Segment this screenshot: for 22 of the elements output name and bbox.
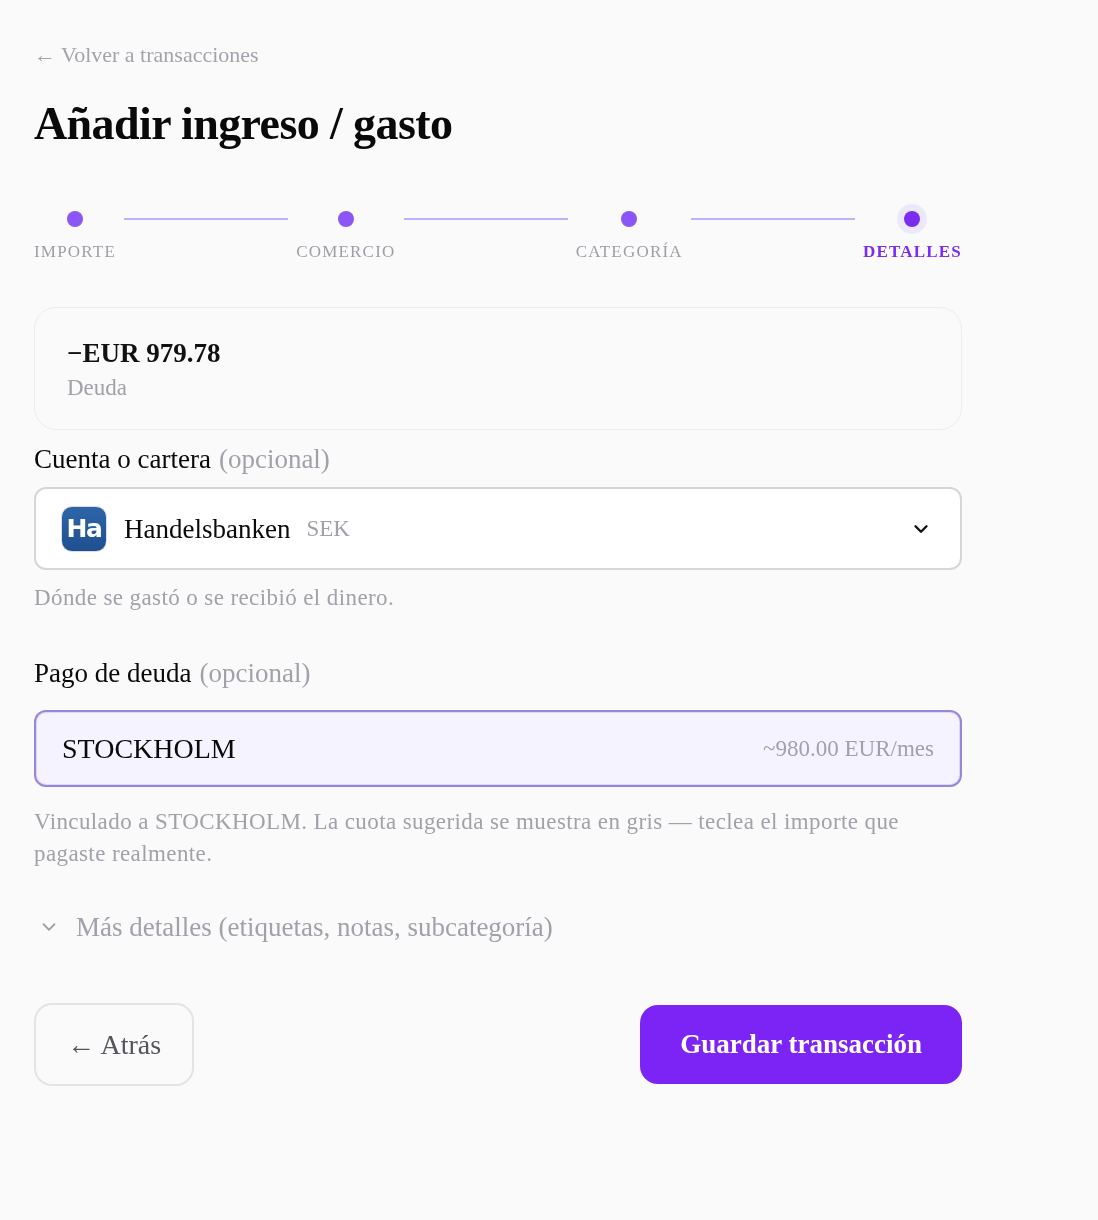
helper-text: Vinculado a STOCKHOLM. La cuota sugerida se muestra en gris — teclea el importe que pagaste realmente. (34, 808, 900, 868)
field-value: STOCKHOLM (62, 731, 236, 766)
bank-logo: Ha (61, 505, 107, 552)
suggested-amount: ~980.00 EUR/mes (763, 734, 934, 763)
step-label: DETALLES (862, 241, 962, 263)
optional-note: (opcional) (199, 657, 311, 689)
field-label: Pago de deuda (34, 657, 192, 689)
save-button[interactable]: Guardar transacción (640, 1005, 962, 1084)
optional-note: (opcional) (218, 443, 330, 475)
page-title: Añadir ingreso / gasto (34, 97, 453, 151)
back-button[interactable]: ← Atrás (34, 1003, 195, 1086)
account-name: Handelsbanken (124, 512, 291, 545)
step-label: CATEGORÍA (575, 241, 683, 263)
step-label: IMPORTE (34, 241, 116, 263)
helper-text: Dónde se gastó o se recibió el dinero. (34, 584, 396, 612)
debt-payment-field[interactable]: STOCKHOLM ~980.00 EUR/mes (34, 710, 962, 787)
field-label: Cuenta o cartera (34, 443, 211, 475)
amount-text: −EUR 979.78 (67, 337, 221, 369)
transaction-type: Deuda (67, 374, 128, 402)
step-label: COMERCIO (296, 241, 396, 263)
currency-code: SEK (306, 514, 351, 543)
account-select[interactable]: Ha Handelsbanken SEK (34, 487, 962, 570)
